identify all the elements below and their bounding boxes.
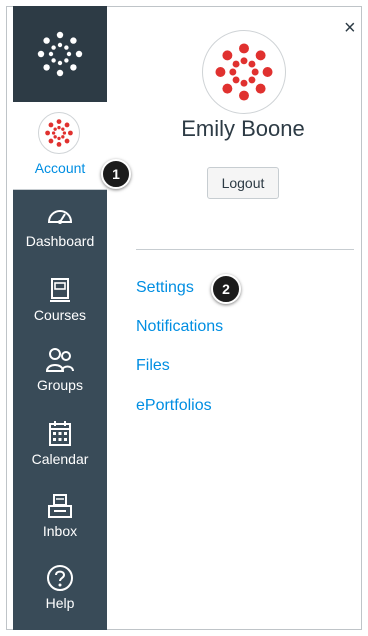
inbox-icon: [48, 494, 72, 518]
canvas-logo-icon: [37, 31, 83, 77]
nav-item-label: Courses: [33, 307, 87, 323]
tray-divider: [136, 249, 354, 250]
canvas-logo[interactable]: [13, 6, 107, 102]
callout-badge-1: 1: [101, 159, 131, 189]
user-name: Emily Boone: [181, 116, 305, 141]
eportfolios-link[interactable]: ePortfolios: [136, 397, 212, 415]
account-label: Account: [34, 160, 86, 176]
nav-item-courses[interactable]: Courses: [13, 270, 107, 342]
canvas-logo-red-icon: [215, 43, 273, 101]
nav-item-groups[interactable]: Groups: [13, 340, 107, 412]
nav-item-dashboard[interactable]: Dashboard: [13, 196, 107, 268]
groups-icon: [45, 348, 74, 372]
courses-icon: [50, 278, 70, 302]
nav-item-calendar[interactable]: Calendar: [13, 414, 107, 486]
logout-button[interactable]: Logout: [207, 167, 279, 199]
notifications-link[interactable]: Notifications: [136, 318, 223, 336]
dashboard-icon: [47, 210, 73, 224]
close-tray-button[interactable]: ×: [344, 18, 356, 38]
nav-item-account[interactable]: Account: [13, 102, 107, 190]
nav-item-help[interactable]: Help: [13, 558, 107, 630]
account-avatar: [38, 112, 80, 154]
files-link[interactable]: Files: [136, 357, 170, 375]
nav-item-label: Help: [45, 595, 75, 611]
nav-item-inbox[interactable]: Inbox: [13, 486, 107, 558]
settings-link[interactable]: Settings: [136, 279, 194, 297]
profile-avatar: [202, 30, 286, 114]
calendar-icon: [49, 421, 71, 446]
canvas-logo-red-icon: [45, 119, 73, 147]
help-icon: [47, 565, 73, 591]
nav-item-label: Dashboard: [25, 233, 95, 249]
global-navigation: Account Dashboard Courses Groups Calenda…: [13, 6, 107, 630]
nav-item-label: Calendar: [31, 451, 89, 467]
nav-item-label: Groups: [37, 377, 83, 393]
nav-item-label: Inbox: [42, 523, 78, 539]
callout-badge-2: 2: [211, 274, 241, 304]
